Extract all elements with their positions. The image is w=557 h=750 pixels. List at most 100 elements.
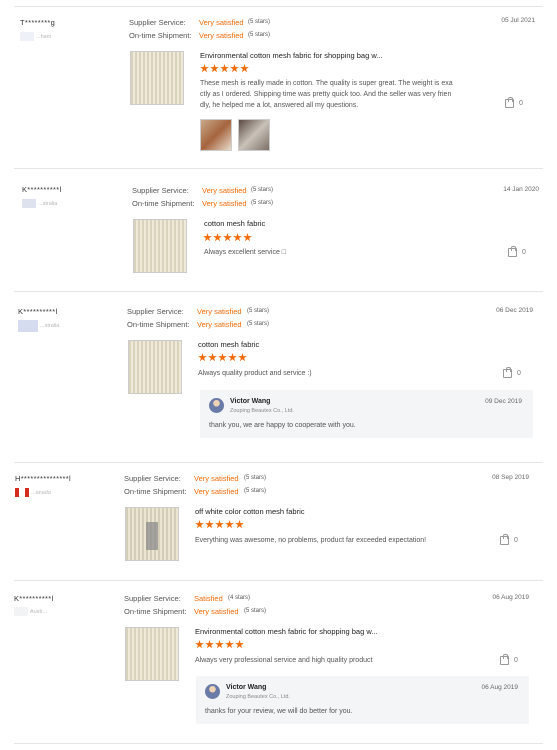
supplier-service-stars: (5 stars) bbox=[248, 19, 271, 25]
ontime-shipment-rating: Very satisfied bbox=[194, 607, 239, 616]
ontime-shipment-rating: Very satisfied bbox=[199, 31, 244, 40]
review-comment: Everything was awesome, no problems, pro… bbox=[195, 535, 426, 546]
country-label: ...stralia bbox=[38, 200, 58, 207]
product-title[interactable]: cotton mesh fabric bbox=[198, 340, 259, 349]
reply-date: 09 Dec 2019 bbox=[485, 398, 522, 405]
review-comment: Always very professional service and hig… bbox=[195, 655, 372, 666]
country-label: Austr... bbox=[30, 608, 48, 615]
supplier-service-rating: Satisfied bbox=[194, 594, 223, 603]
supplier-service-rating: Very satisfied bbox=[202, 186, 247, 195]
like-button[interactable]: 0 bbox=[505, 97, 523, 108]
star-icon bbox=[205, 520, 214, 529]
reviewer-name: K**********l bbox=[22, 185, 62, 194]
star-icon bbox=[220, 64, 229, 73]
divider bbox=[14, 580, 543, 581]
reply-author-name: Victor Wang bbox=[226, 684, 267, 691]
supplier-service-stars: (5 stars) bbox=[244, 475, 267, 481]
star-icon bbox=[230, 64, 239, 73]
supplier-service-rating: Very satisfied bbox=[194, 474, 239, 483]
country-label: ...stralia bbox=[40, 323, 60, 329]
product-thumbnail[interactable] bbox=[128, 340, 182, 394]
ontime-shipment-rating: Very satisfied bbox=[202, 199, 247, 208]
ontime-shipment-stars: (5 stars) bbox=[244, 608, 267, 614]
supplier-service-label: Supplier Service: bbox=[124, 474, 181, 483]
product-thumbnail[interactable] bbox=[125, 627, 179, 681]
ontime-shipment-label: On-time Shipment: bbox=[129, 31, 192, 40]
product-thumbnail[interactable] bbox=[130, 51, 184, 105]
star-icon bbox=[200, 64, 209, 73]
comment-line: Always quality product and service :) bbox=[198, 370, 312, 377]
country-label: ...ham bbox=[36, 33, 52, 40]
star-icon bbox=[228, 353, 237, 362]
star-icon bbox=[205, 640, 214, 649]
reviewer-country: ...ham bbox=[20, 32, 51, 41]
star-icon bbox=[213, 233, 222, 242]
like-count: 0 bbox=[522, 249, 526, 256]
review-date: 14 Jan 2020 bbox=[503, 186, 539, 193]
product-thumbnail[interactable] bbox=[125, 507, 179, 561]
star-icon bbox=[215, 520, 224, 529]
review-photo[interactable] bbox=[238, 119, 270, 151]
flag-icon bbox=[20, 32, 34, 41]
product-thumbnail[interactable] bbox=[133, 219, 187, 273]
ontime-shipment-stars: (5 stars) bbox=[247, 321, 270, 327]
comment-line: Always very professional service and hig… bbox=[195, 657, 373, 664]
review-comment: Always excellent service □ bbox=[204, 247, 286, 258]
rating-stars bbox=[200, 64, 249, 73]
product-title[interactable]: cotton mesh fabric bbox=[204, 219, 265, 228]
supplier-service-label: Supplier Service: bbox=[129, 18, 186, 27]
ontime-shipment-rating: Very satisfied bbox=[194, 487, 239, 496]
like-count: 0 bbox=[514, 657, 518, 664]
star-icon bbox=[238, 353, 247, 362]
review-date: 06 Dec 2019 bbox=[496, 307, 533, 314]
reviewer-name: H***************l bbox=[15, 474, 71, 483]
reviewer-country: ...anada bbox=[15, 488, 51, 497]
review-photo[interactable] bbox=[200, 119, 232, 151]
review-comment: Always quality product and service :) bbox=[198, 368, 312, 379]
star-icon bbox=[195, 520, 204, 529]
supplier-service-rating: Very satisfied bbox=[197, 307, 242, 316]
comment-line: Always excellent service □ bbox=[204, 249, 287, 256]
star-icon bbox=[243, 233, 252, 242]
flag-icon bbox=[22, 199, 36, 208]
star-icon bbox=[235, 640, 244, 649]
review-date: 06 Aug 2019 bbox=[492, 594, 529, 601]
star-icon bbox=[235, 520, 244, 529]
ontime-shipment-rating: Very satisfied bbox=[197, 320, 242, 329]
ontime-shipment-label: On-time Shipment: bbox=[132, 199, 195, 208]
like-button[interactable]: 0 bbox=[500, 654, 518, 665]
like-button[interactable]: 0 bbox=[500, 534, 518, 545]
supplier-service-stars: (5 stars) bbox=[251, 187, 274, 193]
star-icon bbox=[223, 233, 232, 242]
product-title[interactable]: Environmental cotton mesh fabric for sho… bbox=[195, 627, 378, 636]
like-button[interactable]: 0 bbox=[503, 367, 521, 378]
supplier-service-label: Supplier Service: bbox=[127, 307, 184, 316]
rating-stars bbox=[195, 640, 244, 649]
flag-icon bbox=[14, 607, 28, 616]
supplier-reply: Victor Wang Zouping Beautex Co., Ltd. 06… bbox=[196, 676, 529, 724]
product-title[interactable]: off white color cotton mesh fabric bbox=[195, 507, 305, 516]
review-date: 05 Jul 2021 bbox=[501, 17, 535, 24]
reviewer-country: ...stralia bbox=[22, 199, 57, 208]
product-title[interactable]: Environmental cotton mesh fabric for sho… bbox=[200, 51, 383, 60]
thumbs-up-icon bbox=[503, 367, 512, 378]
flag-icon bbox=[18, 320, 38, 332]
ontime-shipment-stars: (5 stars) bbox=[251, 200, 274, 206]
review-date: 08 Sep 2019 bbox=[492, 474, 529, 481]
star-icon bbox=[203, 233, 212, 242]
like-button[interactable]: 0 bbox=[508, 246, 526, 257]
star-icon bbox=[198, 353, 207, 362]
like-count: 0 bbox=[517, 370, 521, 377]
divider bbox=[14, 462, 543, 463]
divider bbox=[14, 291, 543, 292]
reply-author-name: Victor Wang bbox=[230, 398, 271, 405]
divider bbox=[14, 743, 543, 744]
star-icon bbox=[225, 520, 234, 529]
reply-date: 06 Aug 2019 bbox=[481, 684, 518, 691]
comment-line: These mesh is really made in cotton. The… bbox=[200, 80, 453, 87]
like-count: 0 bbox=[514, 537, 518, 544]
reviewer-name: K**********l bbox=[18, 307, 58, 316]
reply-company: Zouping Beautex Co., Ltd. bbox=[230, 408, 294, 414]
avatar bbox=[205, 684, 220, 699]
reviewer-name: T********g bbox=[20, 18, 56, 27]
